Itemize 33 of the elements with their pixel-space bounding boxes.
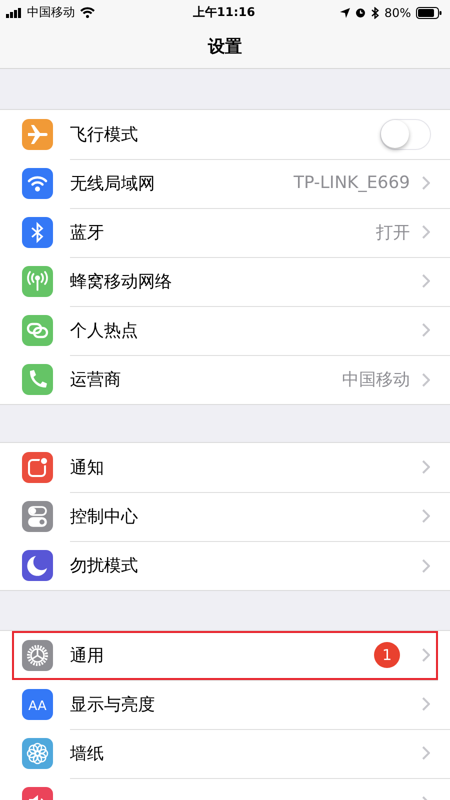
- settings-row[interactable]: 蓝牙 打开: [0, 208, 450, 257]
- settings-row[interactable]: 飞行模式: [0, 110, 450, 159]
- row-label: 蓝牙: [70, 222, 104, 244]
- status-time: 上午11:16: [192, 4, 256, 21]
- battery-percent: 80%: [384, 6, 411, 20]
- row-value: 打开: [376, 222, 410, 244]
- row-label: 通知: [70, 456, 104, 478]
- notification-badge: 1: [374, 642, 400, 668]
- nav-title: 设置: [208, 36, 242, 58]
- row-label: 个人热点: [70, 320, 138, 342]
- row-label: 显示与亮度: [70, 694, 155, 716]
- row-label: 勿扰模式: [70, 555, 138, 577]
- settings-row[interactable]: 蜂窝移动网络: [0, 257, 450, 306]
- row-label: 运营商: [70, 369, 121, 391]
- row-value: TP-LINK_E669: [294, 173, 410, 193]
- settings-row[interactable]: 墙纸: [0, 729, 450, 778]
- row-label: 墙纸: [70, 742, 104, 764]
- row-label: 通用: [70, 644, 104, 666]
- row-label: 控制中心: [70, 506, 138, 528]
- settings-row[interactable]: AA 显示与亮度: [0, 680, 450, 729]
- settings-row[interactable]: 个人热点: [0, 306, 450, 355]
- settings-row[interactable]: 控制中心: [0, 492, 450, 541]
- settings-row[interactable]: 通用 1: [12, 631, 438, 680]
- row-label: 飞行模式: [70, 124, 138, 146]
- row-value: 中国移动: [342, 369, 410, 391]
- carrier-name: 中国移动: [27, 4, 75, 21]
- settings-row[interactable]: 运营商 中国移动: [0, 355, 450, 404]
- settings-row[interactable]: 勿扰模式: [0, 541, 450, 590]
- settings-row[interactable]: 无线局域网 TP-LINK_E669: [0, 159, 450, 208]
- settings-row[interactable]: 通知: [0, 443, 450, 492]
- text-size-icon: AA: [22, 689, 53, 720]
- row-label: 蜂窝移动网络: [70, 270, 172, 292]
- row-label: 无线局域网: [70, 172, 155, 194]
